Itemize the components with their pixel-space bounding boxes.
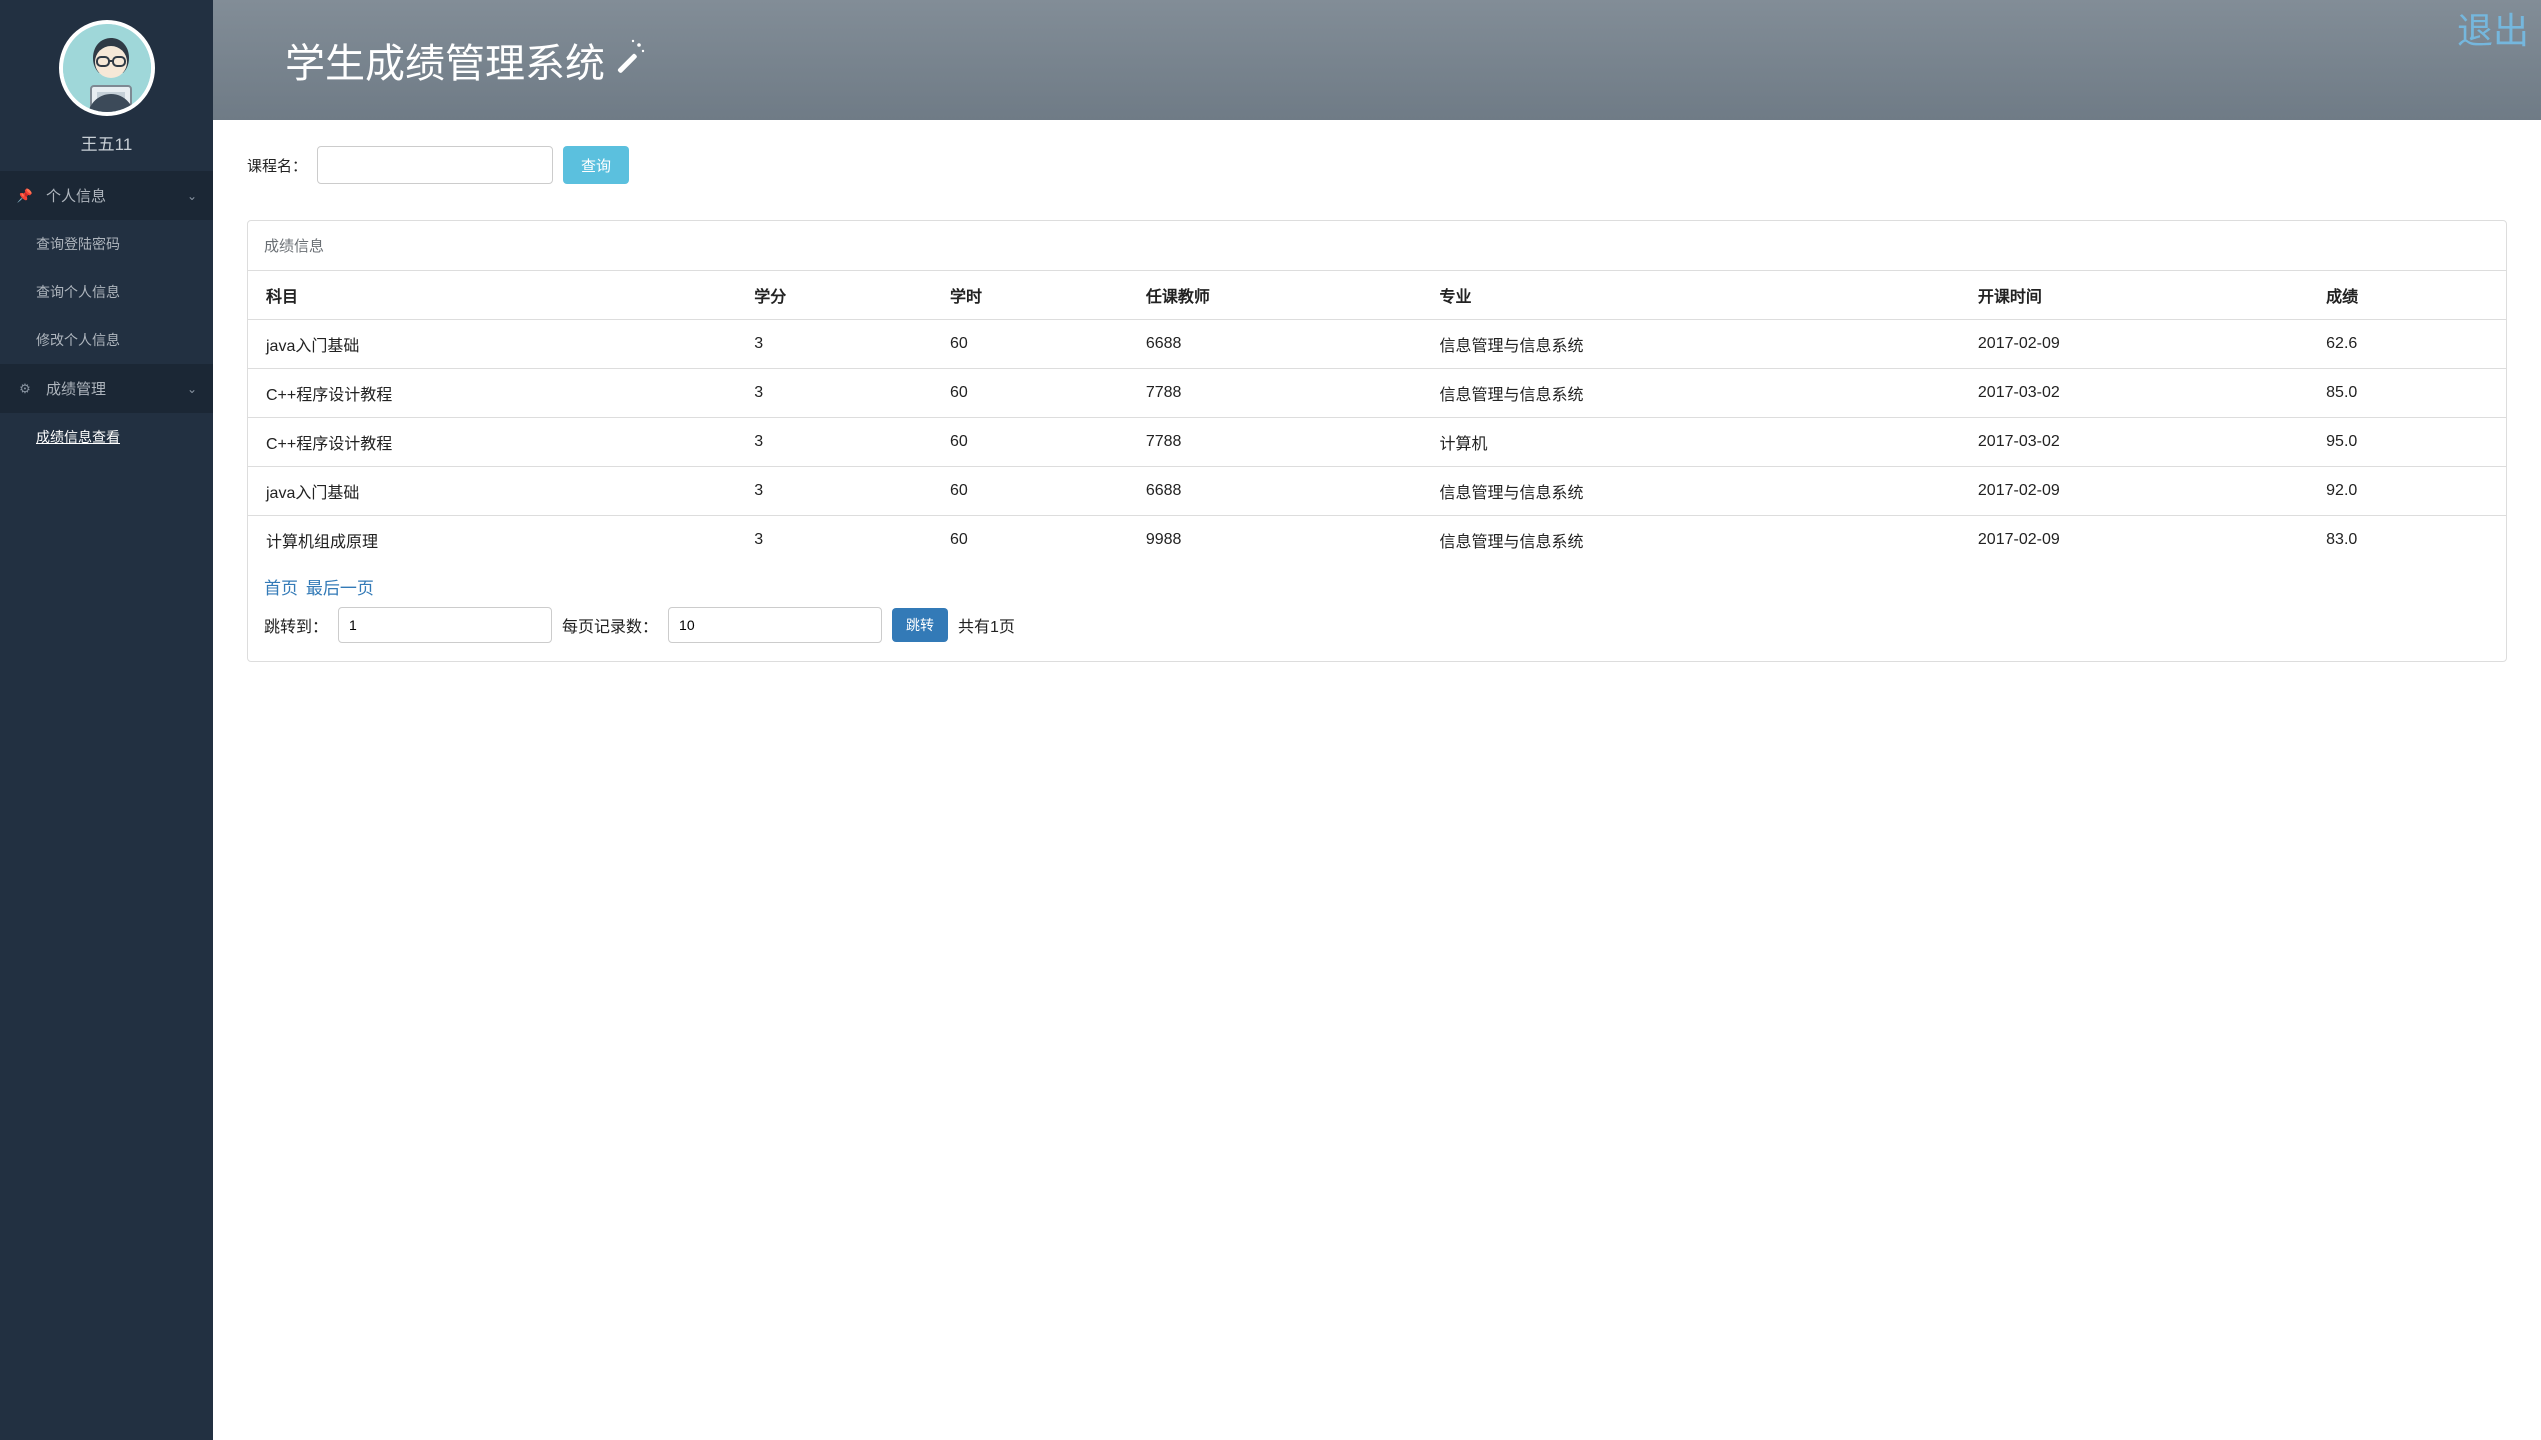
table-cell: 60 <box>934 369 1130 418</box>
col-header: 专业 <box>1424 271 1962 320</box>
sidebar-group-personal[interactable]: 📌 个人信息 ⌄ <box>0 171 213 220</box>
content: 课程名： 查询 成绩信息 科目学分学时任课教师专业开课时间成绩 java入门基础… <box>213 120 2541 688</box>
panel-title: 成绩信息 <box>248 221 2506 271</box>
header: 学生成绩管理系统 退出 <box>213 0 2541 120</box>
search-label: 课程名： <box>247 155 307 176</box>
table-cell: 95.0 <box>2310 418 2506 467</box>
pager-links: 首页 最后一页 <box>264 574 2490 599</box>
sidebar-item-personal-info[interactable]: 查询个人信息 <box>0 268 213 316</box>
table-row: C++程序设计教程3607788信息管理与信息系统2017-03-0285.0 <box>248 369 2506 418</box>
table-cell: 信息管理与信息系统 <box>1424 467 1962 516</box>
table-cell: 7788 <box>1130 418 1424 467</box>
table-cell: 60 <box>934 320 1130 369</box>
col-header: 学时 <box>934 271 1130 320</box>
pager-first-link[interactable]: 首页 <box>264 579 298 598</box>
table-cell: 6688 <box>1130 467 1424 516</box>
table-cell: 信息管理与信息系统 <box>1424 369 1962 418</box>
logout-link[interactable]: 退出 <box>2457 2 2529 54</box>
sidebar-item-grade-view[interactable]: 成绩信息查看 <box>0 413 213 461</box>
table-cell: 信息管理与信息系统 <box>1424 516 1962 565</box>
avatar <box>59 20 155 116</box>
table-cell: 计算机组成原理 <box>248 516 738 565</box>
table-cell: 92.0 <box>2310 467 2506 516</box>
main: 学生成绩管理系统 退出 课程名： 查询 成绩信息 <box>213 0 2541 1440</box>
table-cell: 2017-02-09 <box>1962 516 2310 565</box>
table-cell: java入门基础 <box>248 320 738 369</box>
page-title: 学生成绩管理系统 <box>285 31 647 89</box>
table-cell: 3 <box>738 516 934 565</box>
col-header: 科目 <box>248 271 738 320</box>
page-size-label: 每页记录数： <box>562 613 658 637</box>
sidebar: 王五11 📌 个人信息 ⌄ 查询登陆密码 查询个人信息 修改个人信息 ⚙ 成绩管… <box>0 0 213 1440</box>
table-row: C++程序设计教程3607788计算机2017-03-0295.0 <box>248 418 2506 467</box>
table-cell: 62.6 <box>2310 320 2506 369</box>
table-cell: 3 <box>738 369 934 418</box>
chevron-down-icon: ⌄ <box>187 382 197 396</box>
table-cell: 7788 <box>1130 369 1424 418</box>
pagination: 首页 最后一页 跳转到： 每页记录数： 跳转 共有1页 <box>248 564 2506 661</box>
table-cell: 2017-03-02 <box>1962 369 2310 418</box>
table-cell: 信息管理与信息系统 <box>1424 320 1962 369</box>
table-cell: C++程序设计教程 <box>248 418 738 467</box>
table-cell: 60 <box>934 418 1130 467</box>
sidebar-item-login-password[interactable]: 查询登陆密码 <box>0 220 213 268</box>
table-cell: 6688 <box>1130 320 1424 369</box>
table-cell: 3 <box>738 418 934 467</box>
username: 王五11 <box>0 130 213 155</box>
sidebar-item-edit-personal[interactable]: 修改个人信息 <box>0 316 213 364</box>
sidebar-group-label: 成绩管理 <box>46 378 106 399</box>
col-header: 任课教师 <box>1130 271 1424 320</box>
pager-last-link[interactable]: 最后一页 <box>306 579 374 598</box>
search-button[interactable]: 查询 <box>563 146 629 184</box>
table-cell: 9988 <box>1130 516 1424 565</box>
table-row: 计算机组成原理3609988信息管理与信息系统2017-02-0983.0 <box>248 516 2506 565</box>
gears-icon: ⚙ <box>16 381 34 397</box>
page-size-input[interactable] <box>668 607 882 643</box>
course-name-input[interactable] <box>317 146 553 184</box>
total-pages-text: 共有1页 <box>958 613 1015 637</box>
col-header: 成绩 <box>2310 271 2506 320</box>
table-cell: 60 <box>934 467 1130 516</box>
table-cell: 2017-02-09 <box>1962 320 2310 369</box>
sidebar-group-grades[interactable]: ⚙ 成绩管理 ⌄ <box>0 364 213 413</box>
pin-icon: 📌 <box>16 188 34 204</box>
table-row: java入门基础3606688信息管理与信息系统2017-02-0992.0 <box>248 467 2506 516</box>
table-cell: 85.0 <box>2310 369 2506 418</box>
search-row: 课程名： 查询 <box>247 146 2507 184</box>
table-cell: 计算机 <box>1424 418 1962 467</box>
col-header: 开课时间 <box>1962 271 2310 320</box>
page-title-text: 学生成绩管理系统 <box>285 31 605 89</box>
table-cell: 60 <box>934 516 1130 565</box>
table-cell: 3 <box>738 320 934 369</box>
table-cell: C++程序设计教程 <box>248 369 738 418</box>
table-row: java入门基础3606688信息管理与信息系统2017-02-0962.6 <box>248 320 2506 369</box>
jump-label: 跳转到： <box>264 613 328 637</box>
table-cell: 83.0 <box>2310 516 2506 565</box>
chevron-down-icon: ⌄ <box>187 189 197 203</box>
table-cell: 3 <box>738 467 934 516</box>
profile: 王五11 <box>0 0 213 171</box>
grades-panel: 成绩信息 科目学分学时任课教师专业开课时间成绩 java入门基础3606688信… <box>247 220 2507 662</box>
grades-table: 科目学分学时任课教师专业开课时间成绩 java入门基础3606688信息管理与信… <box>248 271 2506 564</box>
magic-wand-icon <box>611 37 647 83</box>
jump-page-input[interactable] <box>338 607 552 643</box>
col-header: 学分 <box>738 271 934 320</box>
table-cell: java入门基础 <box>248 467 738 516</box>
sidebar-group-label: 个人信息 <box>46 185 106 206</box>
table-cell: 2017-03-02 <box>1962 418 2310 467</box>
table-cell: 2017-02-09 <box>1962 467 2310 516</box>
jump-button[interactable]: 跳转 <box>892 608 948 642</box>
